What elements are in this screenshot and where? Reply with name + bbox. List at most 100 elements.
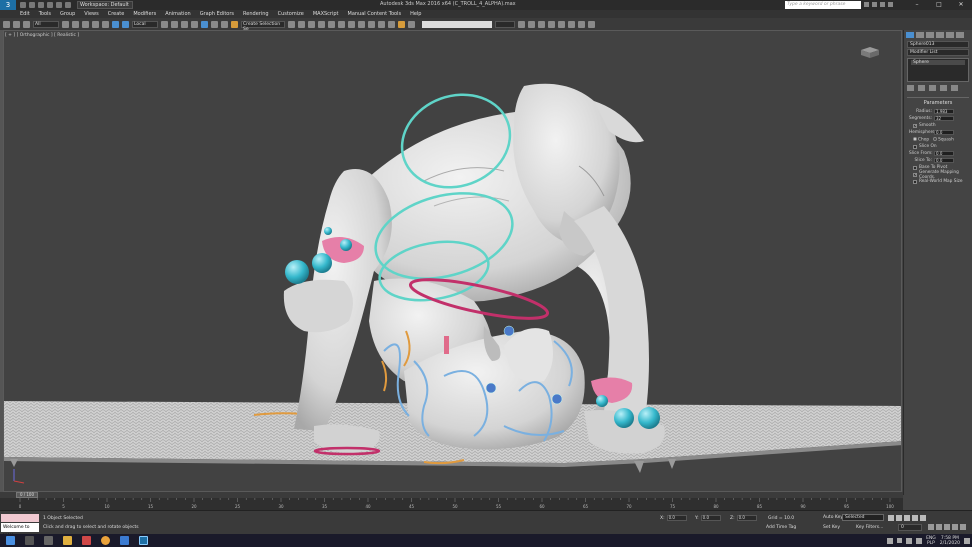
named-selection-select[interactable]: Create Selection Se	[241, 20, 285, 32]
menu-modifiers[interactable]: Modifiers	[133, 11, 156, 17]
user-icon[interactable]	[872, 2, 877, 7]
exchange-icon[interactable]	[880, 2, 885, 7]
generate-mapping-checkbox[interactable]: ✓ Generate Mapping Coords.	[907, 170, 969, 180]
minimize-button[interactable]: –	[906, 0, 928, 10]
help-icon[interactable]	[888, 2, 893, 7]
y-coordinate-field[interactable]: 0.0	[700, 515, 721, 521]
previous-frame-icon[interactable]	[896, 515, 902, 521]
pin-stack-icon[interactable]	[907, 85, 914, 91]
menu-group[interactable]: Group	[60, 11, 75, 17]
percent-snap-icon[interactable]	[211, 20, 218, 28]
key-mode-select[interactable]: Selected	[842, 514, 884, 521]
toolbar-value-field[interactable]	[495, 20, 515, 28]
3ds-max-taskbar-icon[interactable]	[139, 536, 148, 545]
menu-customize[interactable]: Customize	[278, 11, 304, 17]
motion-tab-icon[interactable]	[936, 32, 944, 38]
graphite-toggle-icon[interactable]	[328, 20, 335, 28]
unlink-icon[interactable]	[13, 20, 20, 28]
keyboard-shortcut-icon[interactable]	[181, 20, 188, 28]
notification-chevron-icon[interactable]	[897, 538, 903, 543]
utilities-tab-icon[interactable]	[956, 32, 964, 38]
clock[interactable]: 7:58 PM 2/1/2020	[940, 536, 960, 546]
menu-manual-content-tools[interactable]: Manual Content Tools	[348, 11, 402, 17]
remove-modifier-icon[interactable]	[940, 85, 947, 91]
stack-item-sphere[interactable]: Sphere	[911, 60, 965, 65]
next-frame-icon[interactable]	[912, 515, 918, 521]
maximize-button[interactable]: □	[928, 0, 950, 10]
go-to-end-icon[interactable]	[920, 515, 926, 521]
rect-selection-icon[interactable]	[82, 20, 89, 28]
redo-icon[interactable]	[56, 2, 62, 8]
perspective-viewport[interactable]: [ + ] [ Orthographic ] [ Realistic ]	[3, 30, 902, 492]
steam-icon[interactable]	[120, 536, 129, 545]
x-coordinate-field[interactable]: 0.0	[666, 515, 687, 521]
new-file-icon[interactable]	[20, 2, 26, 8]
language-indicator[interactable]: ENG PLP	[926, 536, 936, 546]
extra-tool-8-icon[interactable]	[588, 20, 595, 28]
selection-filter-select[interactable]: All	[33, 20, 59, 28]
extra-tool-2-icon[interactable]	[528, 20, 535, 28]
menu-create[interactable]: Create	[108, 11, 125, 17]
link-icon[interactable]	[3, 20, 10, 28]
select-by-name-icon[interactable]	[72, 20, 79, 28]
smooth-checkbox[interactable]: ✓ Smooth	[907, 122, 969, 129]
menu-help[interactable]: Help	[410, 11, 421, 17]
squash-radio[interactable]: Squash	[933, 136, 954, 142]
show-end-result-icon[interactable]	[918, 85, 925, 91]
bind-space-warp-icon[interactable]	[23, 20, 30, 28]
close-button[interactable]: ✕	[950, 0, 972, 10]
scale-icon[interactable]	[122, 20, 129, 28]
viewcube-icon[interactable]	[859, 45, 881, 59]
hierarchy-tab-icon[interactable]	[926, 32, 934, 38]
render-iterative-icon[interactable]	[408, 20, 415, 28]
extra-tool-4-icon[interactable]	[548, 20, 555, 28]
schematic-view-icon[interactable]	[348, 20, 355, 28]
undo-icon[interactable]	[47, 2, 53, 8]
edit-named-selection-icon[interactable]	[231, 20, 238, 28]
chrome-icon[interactable]	[101, 536, 110, 545]
mirror-icon[interactable]	[288, 20, 295, 28]
slice-to-spinner[interactable]: 0.0	[934, 158, 954, 163]
extra-tool-6-icon[interactable]	[568, 20, 575, 28]
zoom-all-icon[interactable]	[936, 524, 942, 530]
real-world-map-checkbox[interactable]: Real-World Map Size	[907, 178, 969, 185]
slice-from-spinner[interactable]: 0.0	[934, 151, 954, 156]
hemisphere-spinner[interactable]: 0.0	[934, 130, 954, 135]
network-icon[interactable]	[906, 537, 913, 544]
track-bar[interactable]: 0 5 10 15 20 25 30 35 40 45 50 55 60 65 70 75 80 85 90 95 10…	[0, 498, 903, 510]
window-crossing-icon[interactable]	[92, 20, 99, 28]
search-icon[interactable]	[25, 536, 34, 545]
workspace-select[interactable]: Workspace: Default	[77, 1, 133, 9]
add-time-tag-button[interactable]: Add Time Tag	[766, 525, 796, 530]
menu-edit[interactable]: Edit	[20, 11, 30, 17]
toolbar-text-field[interactable]	[422, 20, 492, 28]
extra-tool-5-icon[interactable]	[558, 20, 565, 28]
object-name-field[interactable]: Sphere013	[907, 41, 969, 48]
extra-tool-1-icon[interactable]	[518, 20, 525, 28]
configure-sets-icon[interactable]	[951, 85, 958, 91]
go-to-start-icon[interactable]	[888, 515, 894, 521]
windows-start-icon[interactable]	[6, 536, 15, 545]
create-tab-icon[interactable]	[906, 32, 914, 38]
task-view-icon[interactable]	[44, 536, 53, 545]
menu-maxscript[interactable]: MAXScript	[313, 11, 339, 17]
chop-radio[interactable]: Chop	[913, 136, 929, 142]
rendered-frame-icon[interactable]	[378, 20, 385, 28]
z-coordinate-field[interactable]: 0.0	[736, 515, 757, 521]
scene-explorer-icon[interactable]	[318, 20, 325, 28]
viewport-label[interactable]: [ + ] [ Orthographic ] [ Realistic ]	[5, 33, 79, 38]
rollout-title[interactable]: Parameters	[907, 98, 969, 108]
segments-spinner[interactable]: 32	[934, 116, 954, 121]
search-input[interactable]: Type a keyword or phrase	[785, 1, 861, 9]
layer-explorer-icon[interactable]	[308, 20, 315, 28]
render-setup-icon[interactable]	[368, 20, 375, 28]
render-production-icon[interactable]	[388, 20, 395, 28]
menu-animation[interactable]: Animation	[165, 11, 191, 17]
file-explorer-icon[interactable]	[63, 536, 72, 545]
slice-on-checkbox[interactable]: Slice On	[907, 143, 969, 150]
maxscript-listener-top[interactable]	[1, 514, 39, 522]
key-filters-button[interactable]: Key Filters...	[856, 525, 883, 530]
spinner-snap-icon[interactable]	[221, 20, 228, 28]
make-unique-icon[interactable]	[929, 85, 936, 91]
app-icon[interactable]	[82, 536, 91, 545]
